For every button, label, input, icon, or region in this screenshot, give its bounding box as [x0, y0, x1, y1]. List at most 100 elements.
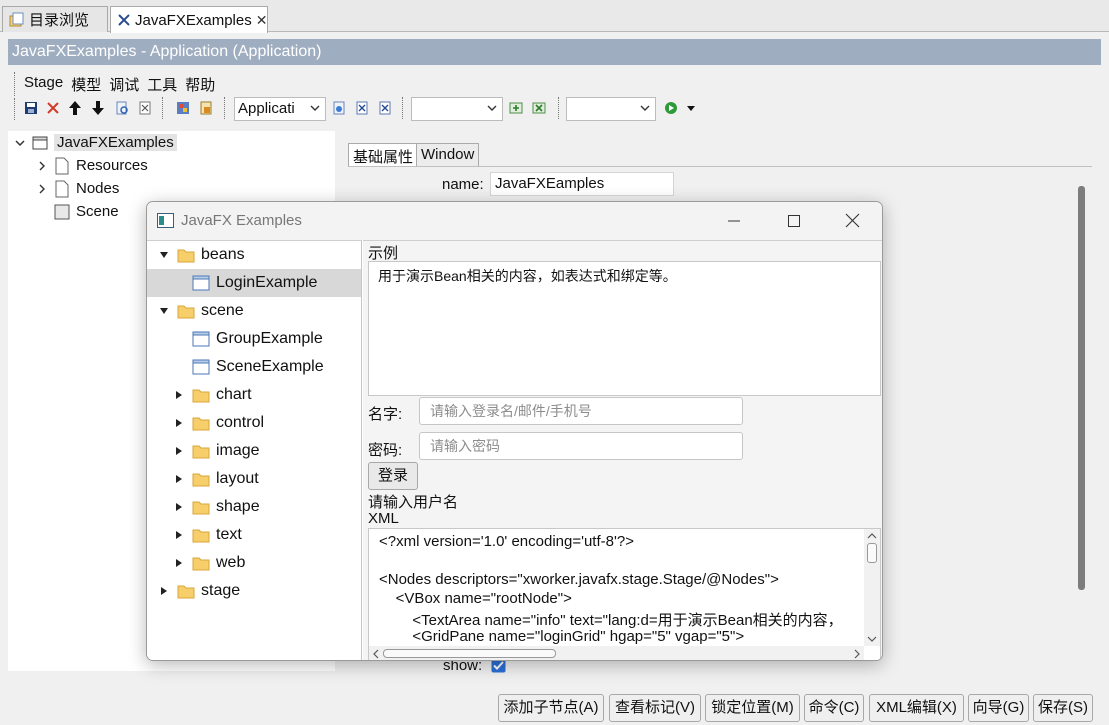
xml-export-icon[interactable]	[353, 99, 371, 117]
tree-node-nodes[interactable]: Nodes	[36, 177, 119, 200]
login-button[interactable]: 登录	[368, 462, 418, 490]
menu-help[interactable]: 帮助	[185, 74, 215, 96]
xml-section-label: XML	[368, 510, 399, 527]
window-title-bar: JavaFX Examples	[147, 202, 882, 240]
xml-vertical-scrollbar[interactable]	[864, 529, 880, 646]
chevron-right-icon[interactable]	[36, 160, 48, 172]
maximize-icon[interactable]	[787, 214, 801, 228]
caret-down-icon[interactable]	[682, 99, 700, 117]
xml-edit-button[interactable]: XML编辑(X)	[869, 694, 964, 722]
add-child-node-button[interactable]: 添加子节点(A)	[498, 694, 604, 722]
collapsed-triangle-icon[interactable]	[172, 530, 186, 540]
document-search-icon[interactable]	[113, 99, 131, 117]
tree-node-root[interactable]: JavaFXExamples	[14, 131, 177, 154]
window-icon	[192, 331, 210, 347]
application-combo[interactable]: Applicati	[234, 97, 326, 121]
example-section-label: 示例	[368, 245, 399, 262]
run-icon[interactable]	[662, 99, 680, 117]
close-icon[interactable]: ✕	[256, 12, 268, 29]
color-palette-icon[interactable]	[174, 99, 192, 117]
collapsed-triangle-icon[interactable]	[172, 502, 186, 512]
xml-horizontal-scrollbar[interactable]	[369, 646, 864, 660]
folder-icon	[177, 584, 195, 599]
menu-model[interactable]: 模型	[71, 74, 101, 96]
minimize-icon[interactable]	[727, 214, 741, 228]
tab-window[interactable]: Window	[416, 143, 480, 167]
tree-node-scene[interactable]: Scene	[54, 200, 119, 223]
tree-node-resources[interactable]: Resources	[36, 154, 148, 177]
scene-box-icon	[54, 204, 70, 220]
tree-item-label: beans	[201, 246, 245, 263]
move-down-icon[interactable]	[89, 99, 107, 117]
expanded-triangle-icon[interactable]	[157, 306, 171, 316]
tree-item-image[interactable]: image	[147, 437, 361, 465]
xml-line: <?xml version='1.0' encoding='utf-8'?>	[379, 533, 634, 550]
tree-item-label: GroupExample	[216, 330, 323, 347]
menu-stage[interactable]: Stage	[24, 74, 63, 96]
tree-item-layout[interactable]: layout	[147, 465, 361, 493]
close-icon[interactable]	[845, 213, 860, 228]
vertical-scrollbar[interactable]	[1078, 186, 1085, 590]
tree-item-label: LoginExample	[216, 274, 318, 291]
xml-document-icon[interactable]	[136, 99, 154, 117]
tree-item-control[interactable]: control	[147, 409, 361, 437]
tree-item-loginexample[interactable]: LoginExample	[147, 269, 361, 297]
toolbar-grip	[14, 98, 16, 120]
secondary-combo[interactable]	[411, 97, 503, 121]
username-input[interactable]: 请输入登录名/邮件/手机号	[419, 397, 743, 425]
tree-item-text[interactable]: text	[147, 521, 361, 549]
name-field-label: name:	[442, 176, 484, 193]
xml-import-icon[interactable]	[376, 99, 394, 117]
name-input[interactable]: JavaFXEamples	[490, 172, 674, 196]
tree-item-scene[interactable]: scene	[147, 297, 361, 325]
tree-item-shape[interactable]: shape	[147, 493, 361, 521]
xml-source-viewer[interactable]: <?xml version='1.0' encoding='utf-8'?> <N…	[368, 528, 881, 660]
window-icon	[192, 359, 210, 375]
delete-icon[interactable]	[44, 99, 62, 117]
tab-javafx-examples[interactable]: JavaFXExamples ✕	[110, 6, 268, 33]
menu-debug[interactable]: 调试	[109, 74, 139, 96]
command-button[interactable]: 命令(C)	[804, 694, 864, 722]
remove-tree-icon[interactable]	[530, 99, 548, 117]
tree-item-sceneexample[interactable]: SceneExample	[147, 353, 361, 381]
collapsed-triangle-icon[interactable]	[172, 446, 186, 456]
tree-item-label: text	[216, 526, 242, 543]
toolbar: Applicati	[20, 97, 1100, 121]
status-text: 请输入用户名	[368, 494, 459, 511]
tree-item-chart[interactable]: chart	[147, 381, 361, 409]
save-icon[interactable]	[22, 99, 40, 117]
collapsed-triangle-icon[interactable]	[172, 558, 186, 568]
tab-label: JavaFXExamples	[135, 11, 252, 29]
collapsed-triangle-icon[interactable]	[172, 474, 186, 484]
run-document-icon[interactable]	[330, 99, 348, 117]
tree-item-groupexample[interactable]: GroupExample	[147, 325, 361, 353]
wizard-button[interactable]: 向导(G)	[968, 694, 1029, 722]
chevron-right-icon[interactable]	[36, 183, 48, 195]
x-node-icon	[117, 13, 131, 27]
view-marks-button[interactable]: 查看标记(V)	[609, 694, 701, 722]
menu-tools[interactable]: 工具	[147, 74, 177, 96]
tab-basic-properties[interactable]: 基础属性	[348, 143, 419, 167]
lock-document-icon[interactable]	[197, 99, 215, 117]
password-input[interactable]: 请输入密码	[419, 432, 743, 460]
chevron-down-icon[interactable]	[14, 137, 26, 149]
tree-node-label: Nodes	[76, 180, 120, 197]
lock-position-button[interactable]: 锁定位置(M)	[705, 694, 800, 722]
tree-item-label: stage	[201, 582, 241, 599]
tree-item-beans[interactable]: beans	[147, 241, 361, 269]
collapsed-triangle-icon[interactable]	[157, 586, 171, 596]
collapsed-triangle-icon[interactable]	[172, 418, 186, 428]
tree-item-stage[interactable]: stage	[147, 577, 361, 605]
add-tree-icon[interactable]	[507, 99, 525, 117]
third-combo[interactable]	[566, 97, 656, 121]
move-up-icon[interactable]	[66, 99, 84, 117]
password-label: 密码:	[368, 442, 403, 459]
collapsed-triangle-icon[interactable]	[172, 390, 186, 400]
tab-directory-browser[interactable]: 目录浏览	[2, 6, 108, 32]
tree-item-label: scene	[201, 302, 244, 319]
expanded-triangle-icon[interactable]	[157, 250, 171, 260]
description-textarea[interactable]: 用于演示Bean相关的内容，如表达式和绑定等。	[368, 261, 881, 396]
examples-tree: beans LoginExample scene GroupExample SceneE…	[147, 240, 362, 660]
save-button[interactable]: 保存(S)	[1033, 694, 1093, 722]
tree-item-web[interactable]: web	[147, 549, 361, 577]
